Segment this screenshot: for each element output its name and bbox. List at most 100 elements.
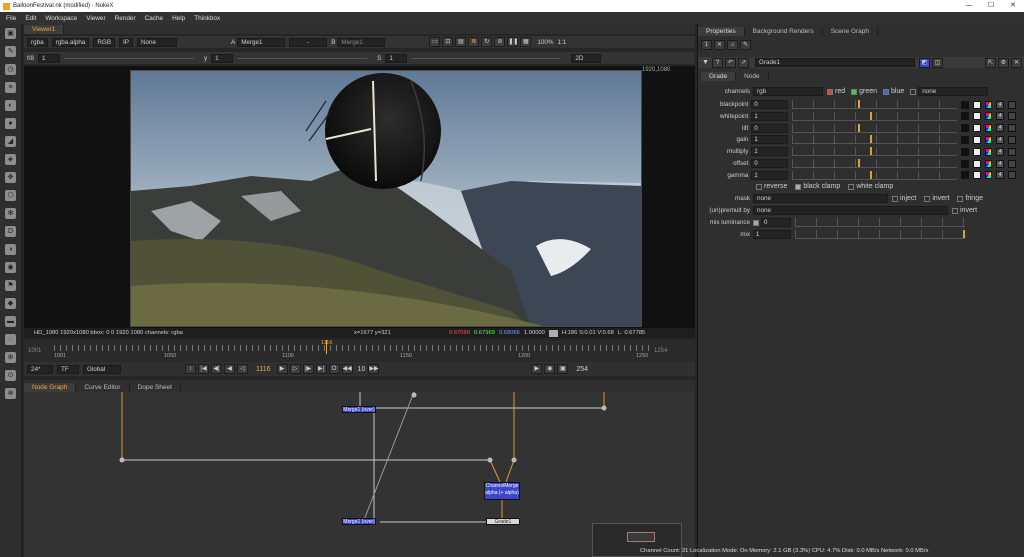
param-slider-knob[interactable] <box>869 170 872 179</box>
float-icon[interactable]: ↗ <box>738 57 749 68</box>
clipping-icon[interactable]: ⊡ <box>442 37 454 47</box>
first-frame-icon[interactable]: |◀ <box>198 364 209 374</box>
param-slider[interactable] <box>792 123 957 133</box>
particles-tool-icon[interactable]: ✻ <box>5 208 16 219</box>
menu-viewer[interactable]: Viewer <box>86 15 105 22</box>
color-wheel-icon[interactable] <box>984 135 993 144</box>
node-graph-canvas[interactable]: Merge1 (over) ChannelMerge alpha (+ alph… <box>24 392 695 557</box>
saturation-field[interactable]: 1 <box>385 53 408 63</box>
view-mode-dropdown[interactable]: 2D <box>571 53 602 63</box>
skip-back-icon[interactable]: ◀◀ <box>341 364 353 374</box>
saturation-slider[interactable] <box>411 57 562 59</box>
black-clamp-checkbox[interactable] <box>795 183 802 190</box>
lock-panel-icon[interactable]: ⌂ <box>727 40 738 50</box>
param-value-field[interactable]: 1 <box>751 111 789 121</box>
ofx-tool-icon[interactable]: ⊙ <box>5 370 16 381</box>
node-color-2-icon[interactable]: ◫ <box>932 57 943 68</box>
channels-dropdown[interactable]: rgba <box>27 37 48 47</box>
settings-icon[interactable]: ⚙ <box>998 57 1009 68</box>
param-slider[interactable] <box>792 147 957 157</box>
next-frame-icon[interactable]: ▷ <box>289 364 301 374</box>
tab-node-graph[interactable]: Node Graph <box>24 383 77 392</box>
param-value-field[interactable]: 1 <box>751 147 789 157</box>
fringe-checkbox[interactable] <box>957 195 964 202</box>
composite-dropdown[interactable]: - <box>289 37 328 47</box>
scope-dropdown[interactable]: Global <box>83 364 121 374</box>
param-slider-knob[interactable] <box>869 111 872 120</box>
color-swatch-icon[interactable] <box>960 159 969 168</box>
alpha-checkbox[interactable] <box>910 88 917 95</box>
param-slider-knob[interactable] <box>858 100 861 108</box>
timeline-out-frame[interactable]: 1254 <box>654 348 667 354</box>
param-slider-knob[interactable] <box>869 147 872 156</box>
refresh-icon[interactable]: ↻ <box>481 37 493 47</box>
time-tool-icon[interactable]: ◷ <box>5 64 16 75</box>
prev-frame-icon[interactable]: ◁ <box>237 364 248 374</box>
color-wheel-icon[interactable] <box>984 159 993 168</box>
transform-tool-icon[interactable]: ✥ <box>5 172 16 183</box>
record-icon[interactable]: ◉ <box>544 364 556 374</box>
metadata-tool-icon[interactable]: ◉ <box>5 262 16 273</box>
proxy-dropdown[interactable]: None <box>136 37 177 47</box>
color-swatch-icon[interactable] <box>960 124 969 133</box>
filter-tool-icon[interactable]: ● <box>5 118 16 129</box>
color-swatch-icon[interactable] <box>960 135 969 144</box>
param-slider[interactable] <box>792 111 957 121</box>
param-slider-knob[interactable] <box>869 135 872 144</box>
clear-panels-icon[interactable]: ✕ <box>714 40 725 50</box>
pause-icon[interactable]: ❚❚ <box>507 37 518 47</box>
white-clamp-checkbox[interactable] <box>848 183 855 190</box>
play-backward-icon[interactable]: ◀ <box>224 364 235 374</box>
invert-checkbox[interactable] <box>924 195 931 202</box>
channel-split-icon[interactable]: 4 <box>996 159 1005 168</box>
cara-tool-icon[interactable]: ◌ <box>5 334 16 345</box>
color-wheel-icon[interactable] <box>984 124 993 133</box>
mix-field[interactable]: 1 <box>753 230 791 239</box>
color-tool-icon[interactable]: ◐ <box>5 100 16 111</box>
channel-tool-icon[interactable]: ≡ <box>5 82 16 93</box>
exposure-field[interactable]: 1 <box>38 53 61 63</box>
thinkbox-tool-icon[interactable]: ⊗ <box>5 388 16 399</box>
3d-tool-icon[interactable]: ⬡ <box>5 190 16 201</box>
mix-luminance-checkbox[interactable] <box>753 219 759 226</box>
color-wheel-icon[interactable] <box>984 147 993 156</box>
param-slider-knob[interactable] <box>858 159 861 167</box>
gamma-field[interactable]: 1 <box>211 53 234 63</box>
lock-icon[interactable]: ⊘ <box>494 37 506 47</box>
minimize-button[interactable]: — <box>958 0 980 12</box>
menu-workspace[interactable]: Workspace <box>45 15 77 22</box>
channel-split-icon[interactable]: 4 <box>996 112 1005 121</box>
last-frame-icon[interactable]: ▶| <box>315 364 327 374</box>
step-field[interactable]: 10 <box>358 366 366 373</box>
maximize-button[interactable]: ☐ <box>980 0 1002 12</box>
pin-panel-icon[interactable]: ✎ <box>740 40 751 50</box>
node-name-field[interactable]: Grade1 <box>755 58 915 67</box>
node-grade1[interactable]: Grade1 <box>486 518 520 525</box>
panel-close-icon[interactable]: ✕ <box>1011 57 1022 68</box>
tf-dropdown[interactable]: TF <box>57 364 79 374</box>
unpremult-invert-checkbox[interactable] <box>952 207 958 214</box>
param-value-field[interactable]: 0 <box>751 123 789 133</box>
tab-scene-graph[interactable]: Scene Graph <box>823 27 879 36</box>
close-button[interactable]: ✕ <box>1002 0 1024 12</box>
next-keyframe-icon[interactable]: |▶ <box>302 364 314 374</box>
animation-curve-icon[interactable] <box>1008 100 1017 109</box>
menu-edit[interactable]: Edit <box>25 15 36 22</box>
ratio-value[interactable]: 1:1 <box>558 39 567 46</box>
gamma-slider[interactable] <box>237 57 368 59</box>
node-channelmerge[interactable]: ChannelMerge alpha (+ alpha) <box>484 482 520 500</box>
cache-icon[interactable]: ▦ <box>520 37 532 47</box>
color-picker-icon[interactable] <box>972 171 981 180</box>
channel-split-icon[interactable]: 4 <box>996 100 1005 109</box>
param-slider[interactable] <box>792 159 957 168</box>
channels-select[interactable]: rgb <box>753 87 823 96</box>
animation-curve-icon[interactable] <box>1008 159 1017 168</box>
animation-curve-icon[interactable] <box>1008 147 1017 156</box>
reverse-checkbox[interactable] <box>756 183 762 190</box>
color-picker-icon[interactable] <box>972 124 981 133</box>
overlay-icon[interactable]: ▤ <box>455 37 467 47</box>
flipbook-icon[interactable]: ▶ <box>531 364 543 374</box>
param-value-field[interactable]: 0 <box>751 100 789 109</box>
zoom-value[interactable]: 100% <box>537 39 553 46</box>
animation-curve-icon[interactable] <box>1008 112 1017 121</box>
